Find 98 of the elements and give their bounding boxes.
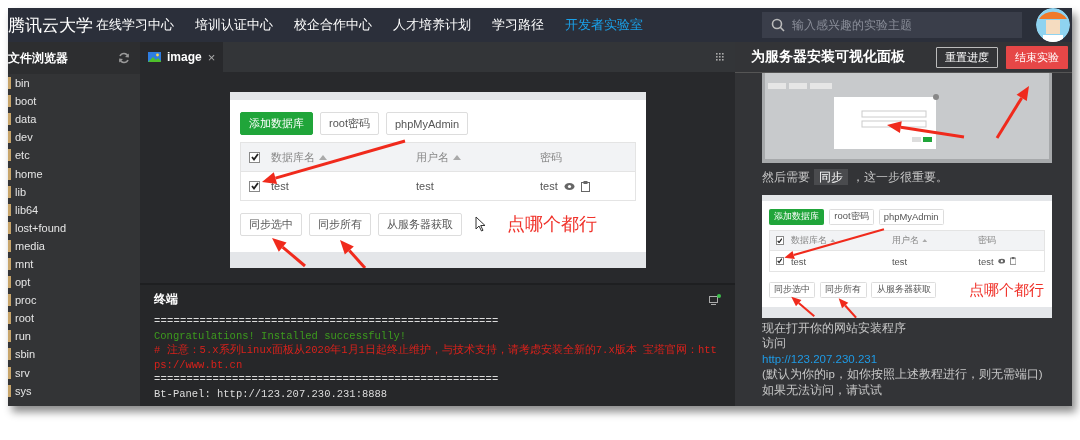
avatar[interactable] <box>1036 8 1070 42</box>
lab-title: 为服务器安装可视化面板 <box>751 48 905 66</box>
folder-item[interactable]: mnt <box>15 258 34 270</box>
folder-icon <box>8 276 11 289</box>
folder-icon <box>8 258 11 270</box>
table-cell-text: test <box>790 255 807 267</box>
eye-icon[interactable] <box>563 181 575 191</box>
grid-icon[interactable] <box>716 53 725 61</box>
nav-link[interactable]: 校企合作中心 <box>294 16 372 34</box>
url-link[interactable]: http://123.207.230.231 <box>762 351 1052 368</box>
reset-button[interactable]: 重置进度 <box>936 46 998 68</box>
folder-icon <box>8 312 11 325</box>
nav-link[interactable]: 人才培养计划 <box>393 16 471 34</box>
sync-button[interactable]: 同步所有 <box>820 282 867 298</box>
nav-link[interactable]: 开发者实验室 <box>565 16 643 34</box>
select-all-checkbox[interactable] <box>249 151 260 163</box>
annotation-arrow <box>791 296 815 318</box>
table-cell: test <box>540 180 558 192</box>
annotation-arrow <box>272 238 306 268</box>
panel-title: 文件浏览器 <box>8 49 68 67</box>
folder-item[interactable]: srv <box>15 366 30 379</box>
folder-icon <box>8 294 11 307</box>
refresh-icon[interactable] <box>118 52 130 64</box>
terminal-line: Bt-Panel: http://123.207.230.231:8888 <box>154 386 389 401</box>
annotation-text: 点哪个都行 <box>507 213 597 236</box>
folder-item[interactable]: sbin <box>15 348 36 361</box>
folder-item[interactable]: root <box>15 312 34 325</box>
terminal-line: Congratulations! Installed successfully! <box>154 328 408 343</box>
folder-icon <box>8 239 11 252</box>
eye-icon[interactable] <box>997 257 1006 265</box>
sync-button[interactable]: 同步选中 <box>240 212 302 236</box>
folder-item[interactable]: lib64 <box>15 203 39 216</box>
folder-icon <box>8 221 11 234</box>
table-cell: test <box>978 255 994 267</box>
annotation-arrow <box>340 240 367 268</box>
sync-button[interactable]: 从服务器获取 <box>871 282 936 298</box>
panel-title: 终端 <box>154 291 178 308</box>
folder-item[interactable]: data <box>15 113 37 126</box>
separator-line: ===================================================== <box>154 372 500 387</box>
folder-item[interactable]: home <box>15 167 43 180</box>
folder-icon <box>8 149 11 162</box>
instruction-text: 然后需要 同步 ，这一步很重要。 <box>762 169 949 186</box>
monitor-icon[interactable] <box>709 294 721 305</box>
folder-item[interactable]: bin <box>15 77 30 90</box>
image-icon <box>148 52 161 62</box>
row-checkbox[interactable] <box>249 180 260 192</box>
toolbar-button[interactable]: phpMyAdmin <box>878 208 944 225</box>
folder-item[interactable]: sys <box>15 384 32 397</box>
folder-item[interactable]: run <box>15 330 31 343</box>
folder-item[interactable]: lib <box>15 185 26 198</box>
folder-icon <box>8 131 11 144</box>
folder-icon <box>8 185 11 198</box>
end-button[interactable]: 结束实验 <box>1006 45 1068 69</box>
folder-item[interactable]: media <box>15 239 45 252</box>
folder-icon <box>8 366 11 379</box>
separator-line: ===================================================== <box>154 314 500 329</box>
row-checkbox[interactable] <box>775 256 784 266</box>
folder-icon <box>8 384 11 397</box>
table-cell-text: test <box>271 180 290 192</box>
folder-item[interactable]: etc <box>15 149 30 162</box>
folder-icon <box>8 167 11 180</box>
nav-link[interactable]: 培训认证中心 <box>195 16 273 34</box>
folder-icon <box>8 203 11 216</box>
nav-link[interactable]: 在线学习中心 <box>96 16 174 34</box>
cursor-icon <box>475 216 486 232</box>
site-logo[interactable]: 腾讯云大学 <box>8 13 96 37</box>
editor-tab[interactable]: image × <box>140 42 224 72</box>
folder-item[interactable]: dev <box>15 131 33 144</box>
select-all-checkbox[interactable] <box>775 236 784 245</box>
table-cell-text: test <box>891 255 909 267</box>
instruction-text: 现在打开你的网站安装程序 <box>762 320 907 336</box>
close-icon[interactable]: × <box>207 49 216 65</box>
folder-icon <box>8 330 11 343</box>
search-field[interactable]: 输入感兴趣的实验主题 <box>762 12 1022 38</box>
terminal-line: # 注意：5.x系列Linux面板从2020年1月1日起终止维护，与技术支持，请考虑安装全新的7.x版本 宝塔官网：https://www.bt.cn <box>154 343 718 372</box>
instruction-text: (默认为你的ip，如你按照上述教程进行，则无需端口) 如果无法访问，请试试 <box>762 367 1044 398</box>
copy-icon[interactable] <box>580 180 590 192</box>
sync-button[interactable]: 同步所有 <box>309 212 371 236</box>
folder-icon <box>8 77 11 90</box>
folder-item[interactable]: lost+found <box>15 221 67 234</box>
folder-item[interactable]: boot <box>15 95 37 108</box>
annotation-text: 点哪个都行 <box>968 279 1044 300</box>
toolbar-button[interactable]: root密码 <box>320 112 379 135</box>
table-cell-text: test <box>416 180 435 192</box>
instruction-text: 访问 <box>762 336 787 352</box>
annotation-arrow <box>995 86 1029 139</box>
toolbar-button[interactable]: root密码 <box>829 208 874 225</box>
sync-button[interactable]: 同步选中 <box>768 282 816 298</box>
sort-icon[interactable] <box>829 238 836 243</box>
nav-link[interactable]: 学习路径 <box>492 16 544 34</box>
annotation-arrow <box>838 298 857 318</box>
folder-item[interactable]: proc <box>15 294 37 307</box>
folder-icon <box>8 95 11 108</box>
toolbar-button[interactable]: phpMyAdmin <box>385 112 469 135</box>
sync-button[interactable]: 从服务器获取 <box>378 212 462 236</box>
folder-icon <box>8 348 11 361</box>
folder-item[interactable]: opt <box>15 276 31 289</box>
folder-icon <box>8 113 11 126</box>
